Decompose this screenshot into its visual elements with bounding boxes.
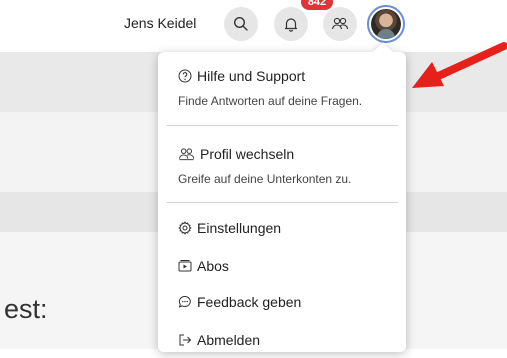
switch-profile-subtitle: Greife auf deine Unterkonten zu. [178, 172, 352, 186]
avatar-button[interactable] [367, 5, 405, 43]
page-partial-heading: est: [4, 294, 48, 324]
switch-profile-title: Profil wechseln [200, 146, 295, 162]
menu-item-settings[interactable]: Einstellungen [158, 212, 406, 246]
gear-icon [178, 221, 192, 235]
help-title: Hilfe und Support [197, 68, 306, 84]
menu-divider [166, 202, 398, 203]
subscriptions-label: Abos [197, 258, 229, 274]
feedback-icon [178, 295, 191, 308]
menu-item-help[interactable]: Hilfe und Support Finde Antworten auf de… [158, 52, 406, 126]
help-icon [178, 69, 192, 83]
subscriptions-icon [178, 260, 192, 272]
bell-icon [284, 18, 298, 32]
red-arrow-annotation [412, 42, 507, 88]
logout-label: Abmelden [197, 332, 261, 348]
help-subtitle: Finde Antworten auf deine Fragen. [178, 94, 363, 108]
menu-item-feedback[interactable]: Feedback geben [158, 286, 406, 320]
avatar [371, 9, 401, 39]
search-icon [233, 16, 248, 31]
users-icon [331, 17, 349, 30]
menu-item-switch-profile[interactable]: Profil wechseln Greife auf deine Unterko… [158, 126, 406, 202]
search-button[interactable] [224, 7, 258, 41]
logout-icon [179, 334, 192, 346]
account-dropdown-menu: Hilfe und Support Finde Antworten auf de… [158, 52, 406, 352]
menu-item-logout[interactable]: Abmelden [158, 324, 406, 358]
menu-item-subscriptions[interactable]: Abos [158, 250, 406, 284]
settings-label: Einstellungen [197, 220, 282, 236]
notifications-button[interactable] [274, 7, 308, 41]
feedback-label: Feedback geben [197, 294, 302, 310]
notification-count-badge: 842 [301, 0, 333, 10]
user-name[interactable]: Jens Keidel [124, 15, 196, 31]
switch-profile-button[interactable] [323, 7, 357, 41]
users-icon [178, 148, 195, 161]
